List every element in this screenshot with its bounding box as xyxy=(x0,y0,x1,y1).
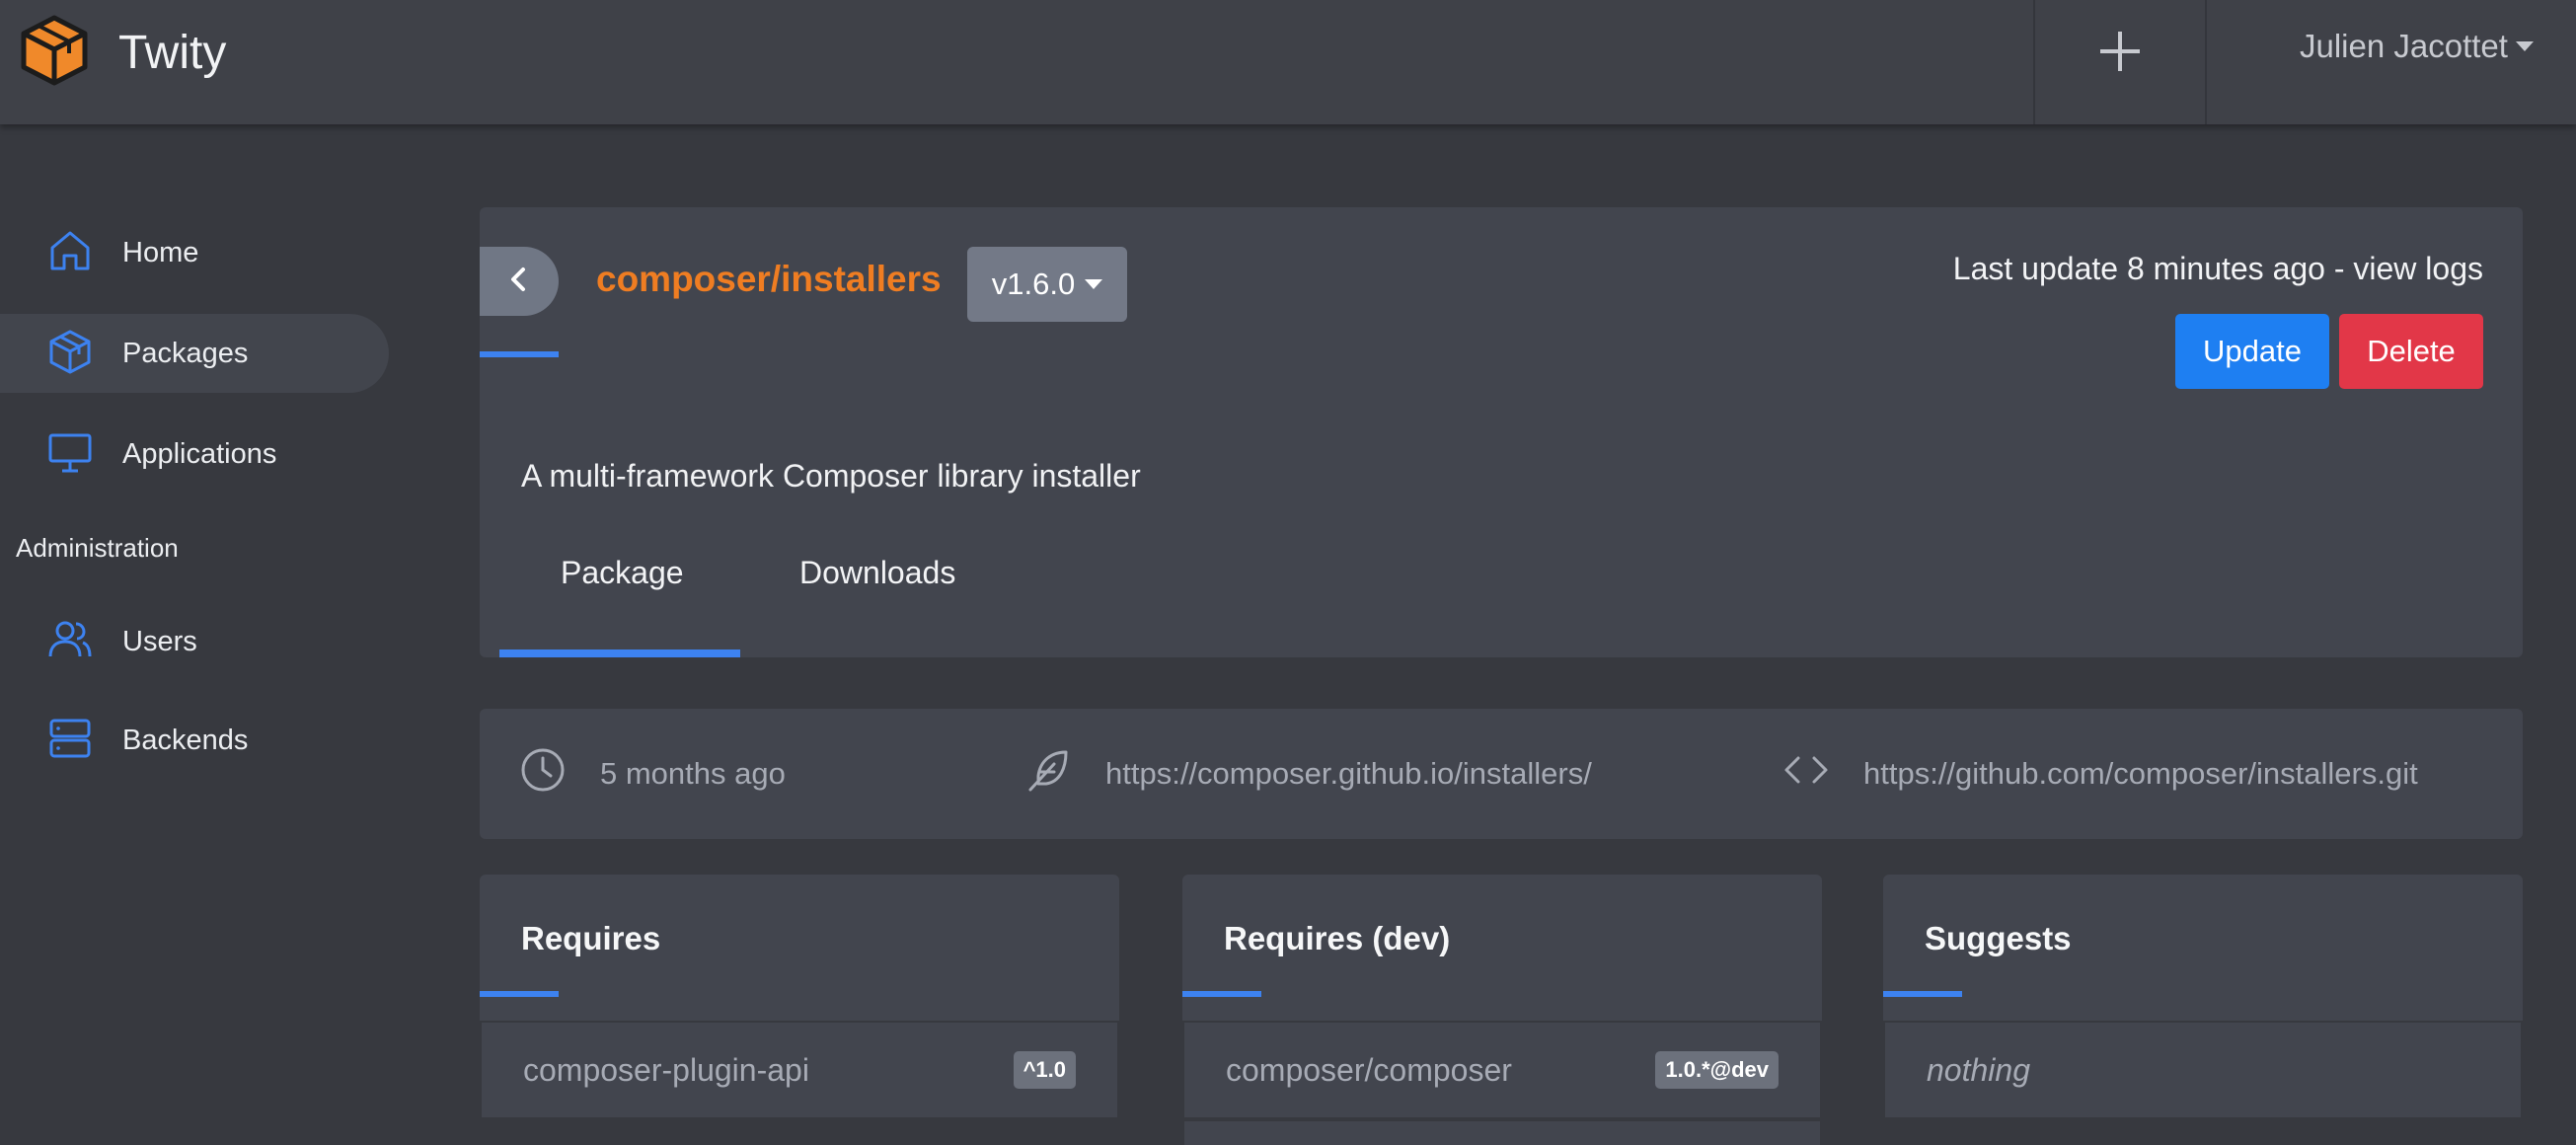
chevron-left-icon xyxy=(504,265,534,299)
requires-dev-header: Requires (dev) xyxy=(1182,875,1822,1021)
last-update: Last update 8 minutes ago - view logs xyxy=(1953,251,2483,287)
last-update-text: Last update 8 minutes ago - xyxy=(1952,251,2354,286)
list-item[interactable]: composer/composer 1.0.*@dev xyxy=(1184,1023,1820,1117)
title-underline xyxy=(1182,991,1261,997)
list-item[interactable]: composer-plugin-api ^1.0 xyxy=(482,1023,1117,1117)
back-button[interactable] xyxy=(480,247,559,316)
add-button[interactable] xyxy=(2035,0,2205,107)
sidebar-item-label: Applications xyxy=(122,437,277,470)
box-icon xyxy=(47,329,93,379)
meta-repository: https://github.com/composer/installers.g… xyxy=(1782,709,2418,839)
users-icon xyxy=(47,617,93,667)
meta-time: 5 months ago xyxy=(519,709,786,839)
update-button[interactable]: Update xyxy=(2175,314,2329,389)
user-name: Julien Jacottet xyxy=(2300,28,2508,64)
suggests-card: Suggests nothing xyxy=(1883,875,2523,1145)
dependency-name: composer-plugin-api xyxy=(523,1051,809,1088)
home-icon xyxy=(47,228,93,278)
version-badge: 1.0.*@dev xyxy=(1655,1051,1779,1089)
navbar-divider xyxy=(2205,0,2207,124)
sidebar-item-label: Backends xyxy=(122,724,249,756)
view-logs-link[interactable]: view logs xyxy=(2353,251,2483,286)
app-name: Twity xyxy=(118,26,227,79)
package-meta-card: 5 months ago https://composer.github.io/… xyxy=(480,709,2523,839)
back-underline xyxy=(480,351,559,357)
sidebar-item-backends[interactable]: Backends xyxy=(0,701,389,780)
homepage-link[interactable]: https://composer.github.io/installers/ xyxy=(1105,756,1592,792)
delete-button[interactable]: Delete xyxy=(2339,314,2483,389)
repository-link[interactable]: https://github.com/composer/installers.g… xyxy=(1863,756,2418,792)
code-icon xyxy=(1782,746,1830,802)
plus-icon xyxy=(2096,28,2144,80)
package-description: A multi-framework Composer library insta… xyxy=(521,458,1141,494)
user-menu[interactable]: Julien Jacottet xyxy=(2300,28,2534,65)
sidebar-item-home[interactable]: Home xyxy=(0,213,389,292)
package-name: composer/installers xyxy=(596,259,942,299)
sidebar-item-packages[interactable]: Packages xyxy=(0,314,389,393)
logo-box-icon xyxy=(20,14,89,92)
list-item xyxy=(1184,1121,1820,1145)
version-badge: ^1.0 xyxy=(1013,1051,1076,1089)
sidebar-item-label: Packages xyxy=(122,337,249,369)
requires-card: Requires composer-plugin-api ^1.0 xyxy=(480,875,1119,1145)
meta-time-text: 5 months ago xyxy=(600,756,786,791)
sidebar-item-applications[interactable]: Applications xyxy=(0,415,389,494)
version-label: v1.6.0 xyxy=(991,267,1076,301)
server-icon xyxy=(47,716,93,766)
sidebar-section-heading: Administration xyxy=(16,533,179,563)
requires-title: Requires xyxy=(521,920,661,956)
package-header-card: composer/installers v1.6.0 Last update 8… xyxy=(480,207,2523,657)
suggests-header: Suggests xyxy=(1883,875,2523,1021)
version-dropdown[interactable]: v1.6.0 xyxy=(967,247,1127,322)
monitor-icon xyxy=(47,429,93,480)
meta-homepage: https://composer.github.io/installers/ xyxy=(1024,709,1592,839)
requires-header: Requires xyxy=(480,875,1119,1021)
tab-package[interactable]: Package xyxy=(561,555,684,591)
top-navbar: Twity Julien Jacottet xyxy=(0,0,2576,124)
empty-state-text: nothing xyxy=(1927,1051,2030,1088)
tab-downloads[interactable]: Downloads xyxy=(799,555,955,591)
active-tab-indicator xyxy=(499,649,740,657)
list-item: nothing xyxy=(1885,1023,2521,1117)
sidebar-item-label: Users xyxy=(122,625,197,657)
sidebar-item-label: Home xyxy=(122,236,199,268)
title-underline xyxy=(1883,991,1962,997)
clock-icon xyxy=(519,746,567,802)
requires-dev-card: Requires (dev) composer/composer 1.0.*@d… xyxy=(1182,875,1822,1145)
sidebar: Home Packages Applications Administratio… xyxy=(0,124,415,1145)
caret-down-icon xyxy=(2515,41,2534,51)
sidebar-item-users[interactable]: Users xyxy=(0,602,389,681)
caret-down-icon xyxy=(1085,279,1103,289)
brand[interactable]: Twity xyxy=(20,14,227,92)
suggests-title: Suggests xyxy=(1925,920,2072,956)
dependency-name: composer/composer xyxy=(1226,1051,1512,1088)
requires-dev-title: Requires (dev) xyxy=(1224,920,1451,956)
title-underline xyxy=(480,991,559,997)
feather-icon xyxy=(1024,746,1072,802)
